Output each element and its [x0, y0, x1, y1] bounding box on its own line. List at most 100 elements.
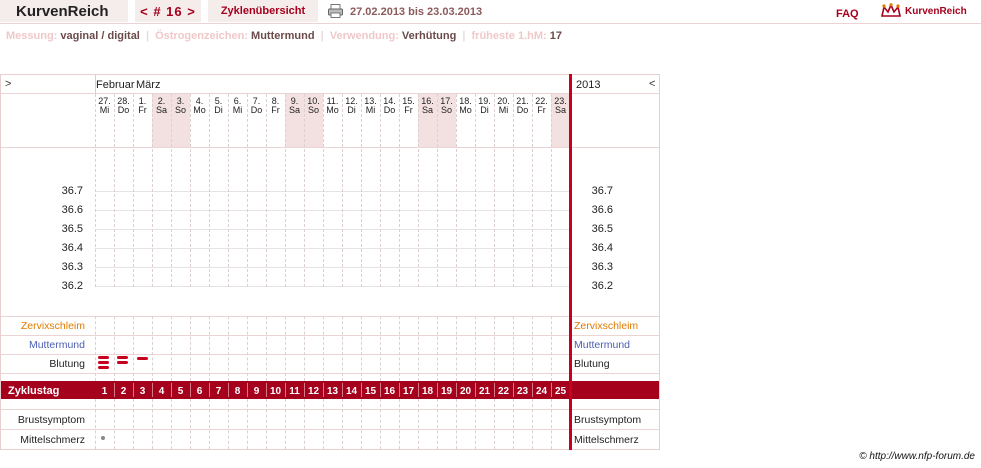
brust-row-label[interactable]: Brustsymptom: [0, 414, 85, 426]
mittel-row-label-right[interactable]: Mittelschmerz: [574, 434, 639, 446]
row-line: [1, 373, 659, 374]
cycle-day-number[interactable]: 12: [304, 386, 323, 397]
mittel-row-label[interactable]: Mittelschmerz: [0, 434, 85, 446]
day-column-line: [171, 94, 172, 287]
day-header[interactable]: 8. Fr: [266, 97, 285, 115]
day-column-line: [494, 94, 495, 287]
brand-logo[interactable]: KurvenReich: [880, 2, 967, 20]
cycle-day-number[interactable]: 9: [247, 386, 266, 397]
day-header[interactable]: 5. Di: [209, 97, 228, 115]
cycle-day-number[interactable]: 15: [361, 386, 380, 397]
day-column-line: [456, 316, 457, 381]
blutung-row-label-right[interactable]: Blutung: [574, 358, 610, 370]
day-column-line: [171, 399, 172, 449]
blutung-row-line: [1, 354, 659, 355]
day-header[interactable]: 6. Mi: [228, 97, 247, 115]
muttermund-row-label-right[interactable]: Muttermund: [574, 339, 630, 351]
cycle-day-number[interactable]: 6: [190, 386, 209, 397]
day-column-line: [152, 316, 153, 381]
day-header[interactable]: 2. Sa: [152, 97, 171, 115]
day-header[interactable]: 1. Fr: [133, 97, 152, 115]
cycle-day-number[interactable]: 23: [513, 386, 532, 397]
cycle-day-number[interactable]: 21: [475, 386, 494, 397]
day-header[interactable]: 20. Mi: [494, 97, 513, 115]
cycle-day-number[interactable]: 1: [95, 386, 114, 397]
crown-icon: [881, 3, 901, 17]
cycle-day-number[interactable]: 8: [228, 386, 247, 397]
cycle-day-number[interactable]: 19: [437, 386, 456, 397]
blood-mark: [117, 356, 128, 359]
cycle-day-number[interactable]: 5: [171, 386, 190, 397]
cycle-day-number[interactable]: 11: [285, 386, 304, 397]
cycle-overview-link[interactable]: Zyklenübersicht: [208, 0, 318, 22]
day-column-line: [342, 316, 343, 381]
cycle-day-number[interactable]: 3: [133, 386, 152, 397]
day-header[interactable]: 15. Fr: [399, 97, 418, 115]
day-header[interactable]: 12. Di: [342, 97, 361, 115]
day-header[interactable]: 3. So: [171, 97, 190, 115]
cycle-day-number[interactable]: 22: [494, 386, 513, 397]
day-header[interactable]: 10. So: [304, 97, 323, 115]
cycle-day-number[interactable]: 17: [399, 386, 418, 397]
day-column-line: [418, 316, 419, 381]
cycle-navigator[interactable]: < # 16 >: [135, 0, 201, 22]
day-header[interactable]: 23. Sa: [551, 97, 570, 115]
day-column-line: [475, 94, 476, 287]
cycle-day-number[interactable]: 13: [323, 386, 342, 397]
weekday: Fr: [537, 105, 546, 115]
day-header[interactable]: 19. Di: [475, 97, 494, 115]
day-header[interactable]: 9. Sa: [285, 97, 304, 115]
brust-row-label-right[interactable]: Brustsymptom: [574, 414, 641, 426]
day-column-line: [456, 399, 457, 449]
day-header[interactable]: 27. Mi: [95, 97, 114, 115]
cycle-day-number[interactable]: 18: [418, 386, 437, 397]
cycle-day-number[interactable]: 14: [342, 386, 361, 397]
muttermund-row-label[interactable]: Muttermund: [0, 339, 85, 351]
cycle-day-number[interactable]: 7: [209, 386, 228, 397]
day-column-line: [285, 94, 286, 287]
zervix-row-label[interactable]: Zervixschleim: [0, 320, 85, 332]
day-header[interactable]: 22. Fr: [532, 97, 551, 115]
cycle-day-number[interactable]: 4: [152, 386, 171, 397]
day-header[interactable]: 16. Sa: [418, 97, 437, 115]
cycle-day-number[interactable]: 16: [380, 386, 399, 397]
cycle-day-divider: [133, 383, 134, 397]
day-column-line: [209, 316, 210, 381]
faq-link[interactable]: FAQ: [836, 8, 859, 20]
prev-button[interactable]: >: [5, 78, 11, 90]
brand-text: KurvenReich: [905, 5, 967, 17]
printer-icon[interactable]: [328, 4, 343, 18]
day-header[interactable]: 13. Mi: [361, 97, 380, 115]
weekday: Do: [250, 105, 263, 115]
day-column-line: [95, 316, 96, 381]
oestrogen-label: Östrogenzeichen:: [155, 30, 248, 42]
blutung-row-label[interactable]: Blutung: [0, 358, 85, 370]
cycle-day-divider: [228, 383, 229, 397]
day-column-line: [228, 399, 229, 449]
day-header[interactable]: 11. Mo: [323, 97, 342, 115]
day-header[interactable]: 28. Do: [114, 97, 133, 115]
cycle-day-divider: [323, 383, 324, 397]
day-column-line: [475, 316, 476, 381]
temp-label-right: 36.6: [591, 204, 613, 216]
day-header[interactable]: 14. Do: [380, 97, 399, 115]
next-button[interactable]: <: [649, 78, 655, 90]
cycle-day-divider: [342, 383, 343, 397]
cycle-day-number[interactable]: 2: [114, 386, 133, 397]
cycle-day-number[interactable]: 24: [532, 386, 551, 397]
weekday: Mi: [498, 105, 509, 115]
day-header[interactable]: 18. Mo: [456, 97, 475, 115]
day-column-line: [399, 316, 400, 381]
logo[interactable]: KurvenReich: [0, 0, 128, 22]
zervix-row-label-right[interactable]: Zervixschleim: [574, 320, 638, 332]
cycle-day-number[interactable]: 20: [456, 386, 475, 397]
day-header[interactable]: 4. Mo: [190, 97, 209, 115]
day-header[interactable]: 21. Do: [513, 97, 532, 115]
cycle-day-number[interactable]: 10: [266, 386, 285, 397]
day-header[interactable]: 7. Do: [247, 97, 266, 115]
day-header[interactable]: 17. So: [437, 97, 456, 115]
cycle-day-divider: [152, 383, 153, 397]
day-column-line: [95, 94, 96, 287]
muttermund-row-line: [1, 335, 659, 336]
cycle-day-number[interactable]: 25: [551, 386, 570, 397]
